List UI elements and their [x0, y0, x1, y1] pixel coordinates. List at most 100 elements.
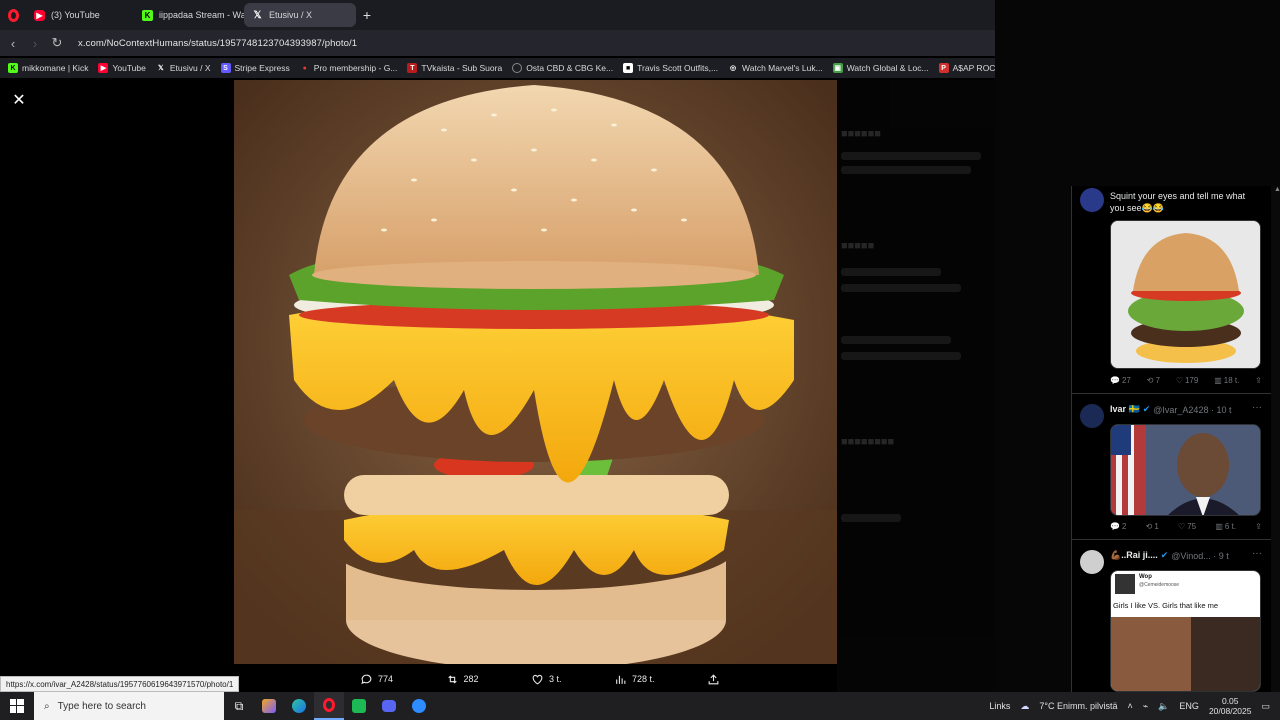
reload-button[interactable]: ↻	[46, 32, 68, 54]
tweet-actions: 💬 2 ⟲ 1 ♡ 75 ▥ 6 t. ⇪	[1110, 522, 1262, 531]
repost-button[interactable]: ⟲ 1	[1146, 522, 1159, 531]
bookmark-item[interactable]: T TVkaista - Sub Suora	[407, 63, 502, 73]
views-button[interactable]: 728 t.	[614, 673, 655, 686]
blurred-line	[841, 514, 901, 522]
more-options-icon[interactable]: ···	[1252, 402, 1262, 413]
scrollbar[interactable]: ▲	[1271, 186, 1280, 692]
cloud-icon: ☁	[1020, 700, 1030, 711]
avatar	[1080, 188, 1104, 212]
meme-left-image	[1111, 617, 1191, 691]
blurred-line	[841, 352, 961, 360]
heart-icon	[532, 674, 543, 684]
opera-browser-icon[interactable]	[314, 692, 344, 720]
bookmark-item[interactable]: ▣ Watch Global & Loc...	[832, 63, 929, 73]
tweet-action-bar: 774 282 3 t. 728 t.	[360, 668, 720, 690]
portrait-image[interactable]	[1110, 424, 1261, 516]
tab-kick-stream[interactable]: K iippadaa Stream - Watch	[134, 3, 244, 27]
tweet-post[interactable]: Ivar 🇸🇪 ✔ @Ivar_A2428 · 10 t ··· �	[1072, 394, 1271, 540]
bookmark-item[interactable]: ■ Travis Scott Outfits,...	[623, 63, 718, 73]
bookmark-item[interactable]: Kmikkomane | Kick	[8, 63, 88, 73]
status-bar-url: https://x.com/ivar_A2428/status/19577606…	[0, 676, 240, 692]
tab-label: Etusivu / X	[269, 10, 313, 20]
notifications-icon[interactable]: ▭	[1261, 701, 1270, 712]
burger-image[interactable]	[1110, 220, 1261, 369]
back-button[interactable]: ‹	[2, 32, 24, 54]
new-tab-button[interactable]: +	[356, 4, 378, 26]
tab-label: iippadaa Stream - Watch	[159, 10, 244, 20]
bookmark-item[interactable]: ▶ YouTube	[98, 63, 146, 73]
views-icon	[616, 675, 626, 684]
avatar	[1115, 574, 1135, 594]
tweet-text: Squint your eyes and tell me what you se…	[1110, 191, 1246, 213]
search-icon: ⌕	[44, 700, 50, 712]
bookmark-item[interactable]: 𝕏 Etusivu / X	[156, 63, 210, 73]
views-button[interactable]: ▥ 6 t.	[1215, 522, 1236, 531]
more-options-icon[interactable]: ···	[1252, 548, 1262, 559]
blurred-heading: ■■■■■■■■	[841, 436, 895, 448]
bookmark-item[interactable]: ● Pro membership - G...	[300, 63, 398, 73]
timeline-feed: Squint your eyes and tell me what you se…	[1071, 186, 1271, 692]
share-icon[interactable]: ⇪	[1255, 376, 1262, 385]
tweet-post[interactable]: Squint your eyes and tell me what you se…	[1072, 186, 1271, 394]
reply-button[interactable]: 💬 27	[1110, 376, 1131, 385]
opera-menu-icon[interactable]	[0, 0, 26, 30]
network-icon[interactable]: ⌁	[1143, 701, 1148, 712]
like-button[interactable]: 3 t.	[531, 673, 562, 686]
blurred-line	[841, 152, 981, 160]
quote-image[interactable]: Wop @Cemeidemoose Girls I like VS. Girls…	[1110, 570, 1261, 692]
bookmark-item[interactable]: ◎ Watch Marvel's Luk...	[728, 63, 823, 73]
tv-icon: ▣	[832, 63, 843, 73]
chevron-up-icon[interactable]: ˄	[1128, 701, 1133, 711]
tweet-actions: 💬 27 ⟲ 7 ♡ 179 ▥ 18 t. ⇪	[1110, 376, 1262, 385]
reply-button[interactable]: 774	[360, 673, 393, 686]
weather-widget[interactable]: 7°C Enimm. pilvistä	[1039, 701, 1117, 711]
like-button[interactable]: ♡ 179	[1176, 376, 1199, 385]
task-view-icon[interactable]: ⧉	[224, 692, 254, 720]
repost-button[interactable]: ⟲ 7	[1147, 376, 1160, 385]
tweet-post[interactable]: 💪🏾..Rai ji.... ✔ @Vinod... · 9 t ··· Wop…	[1072, 540, 1271, 692]
paint-app-icon[interactable]	[254, 692, 284, 720]
edge-browser-icon[interactable]	[284, 692, 314, 720]
quote-caption: Girls I like VS. Girls that like me	[1113, 601, 1219, 610]
tab-x-home[interactable]: 𝕏 Etusivu / X	[244, 3, 356, 27]
like-button[interactable]: ♡ 75	[1178, 522, 1196, 531]
tweet-author: Ivar 🇸🇪 ✔ @Ivar_A2428 · 10 t	[1110, 404, 1232, 415]
tab-youtube[interactable]: ▶ (3) YouTube	[26, 3, 134, 27]
discord-icon[interactable]	[374, 692, 404, 720]
blurred-line	[841, 284, 961, 292]
blue-app-icon[interactable]	[404, 692, 434, 720]
x-icon: 𝕏	[253, 9, 262, 21]
taskbar-search-box[interactable]: ⌕ Type here to search	[34, 692, 224, 720]
blurred-heading: ■■■■■	[841, 240, 875, 252]
puma-icon: P	[938, 63, 949, 73]
volume-icon[interactable]: 🔈	[1158, 701, 1169, 712]
avatar	[1080, 404, 1104, 428]
gamepad-app-icon[interactable]	[344, 692, 374, 720]
close-icon[interactable]: ✕	[9, 90, 29, 110]
burger-illustration	[234, 80, 837, 664]
views-button[interactable]: ▥ 18 t.	[1214, 376, 1239, 385]
reply-button[interactable]: 💬 2	[1110, 522, 1126, 531]
share-button[interactable]	[707, 673, 720, 686]
blurred-line	[841, 166, 971, 174]
scroll-up-icon: ▲	[1274, 186, 1280, 193]
forward-button[interactable]: ›	[24, 32, 46, 54]
photo-viewer: ✕ ■■■■■■ ■■■■■ ■■■■■■■■ 774 282 3 t. 728…	[0, 80, 995, 692]
portrait-thumbnail	[1111, 425, 1260, 515]
blurred-line	[841, 268, 941, 276]
url-field[interactable]: x.com/NoContextHumans/status/19577481237…	[78, 38, 357, 49]
burger-photo[interactable]	[234, 80, 837, 664]
quote-handle: @Cemeidemoose	[1139, 582, 1180, 588]
links-toolbar[interactable]: Links	[989, 701, 1010, 711]
bookmark-item[interactable]: S Stripe Express	[220, 63, 290, 73]
tweet-author: 💪🏾..Rai ji.... ✔ @Vinod... · 9 t	[1110, 550, 1229, 561]
repost-button[interactable]: 282	[446, 673, 479, 686]
windows-start-button[interactable]	[0, 692, 34, 720]
clock[interactable]: 0.05 20/08/2025	[1209, 696, 1252, 716]
bookmark-item[interactable]: PA$AP ROCKY x PU...	[938, 63, 995, 73]
x-icon: 𝕏	[158, 65, 164, 72]
bookmark-item[interactable]: Osta CBD & CBG Ke...	[512, 63, 613, 73]
share-icon[interactable]: ⇪	[1255, 522, 1262, 531]
language-indicator[interactable]: ENG	[1179, 701, 1199, 711]
share-icon	[708, 673, 719, 684]
